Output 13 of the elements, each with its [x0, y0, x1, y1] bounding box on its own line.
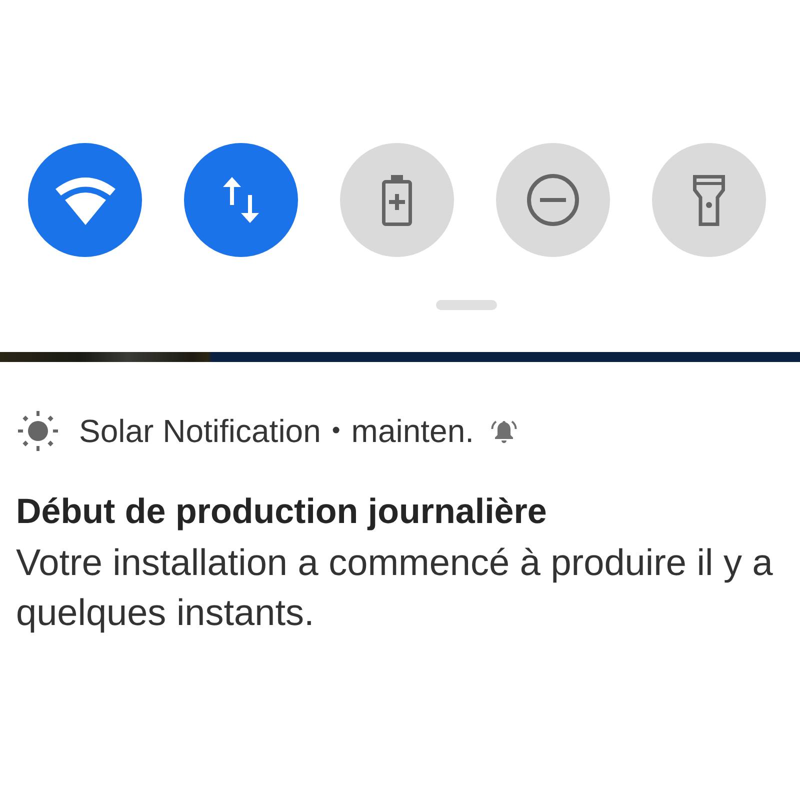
notification-title: Début de production journalière: [16, 491, 548, 533]
notification-body: Votre installation a commencé à produire il y a quelques instants.: [16, 541, 774, 635]
separator-dot: •: [332, 417, 340, 445]
battery-plus-icon: [382, 174, 412, 226]
channel-name: mainten.: [351, 412, 474, 450]
app-name: Solar Notification: [79, 412, 321, 450]
sun-icon: [18, 411, 58, 451]
ringing-bell-icon: [491, 418, 518, 444]
wifi-icon: [54, 175, 116, 225]
flashlight-icon: [693, 174, 725, 226]
drag-handle[interactable]: [436, 300, 497, 310]
up-down-arrows-icon: [223, 177, 259, 223]
minus-circle-icon: [527, 174, 579, 226]
